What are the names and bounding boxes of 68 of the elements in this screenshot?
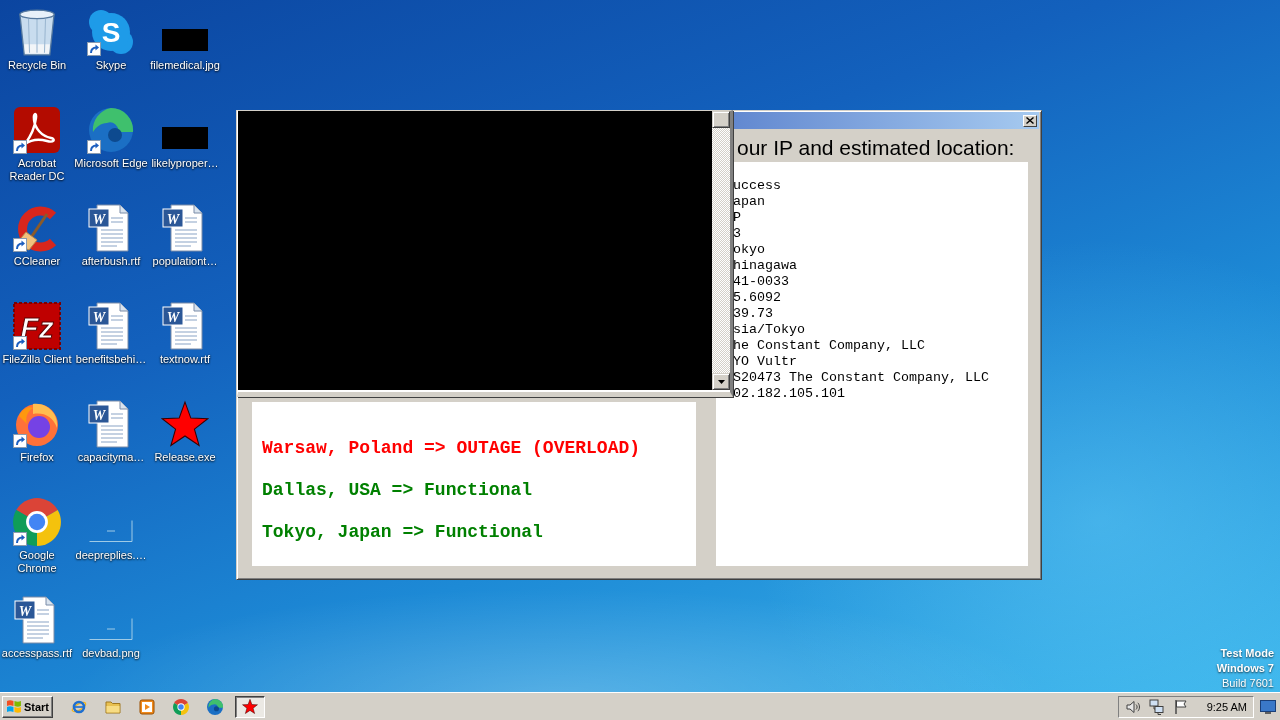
desktop-shortcut[interactable]: W capacityma… [73,400,149,464]
image-thumbnail-icon [162,29,208,51]
desktop-shortcut[interactable]: Microsoft Edge [73,106,149,170]
location-line: 41-0033 [733,274,789,290]
location-line: uccess [733,178,781,194]
location-heading: our IP and estimated location: [736,135,1016,160]
empty-thumbnail-icon [89,520,133,542]
desktop-shortcut[interactable]: S Skype [73,8,149,72]
filezilla-icon: Fz [13,302,61,350]
folder-icon[interactable] [105,698,121,715]
chrome-icon[interactable] [173,698,189,715]
desktop-shortcut[interactable]: Release.exe [147,400,223,464]
desktop-shortcut[interactable]: Google Chrome [0,498,75,575]
chrome-icon [13,498,61,546]
media-player-icon[interactable] [139,698,155,715]
speaker-icon[interactable] [1124,698,1141,715]
desktop-shortcut[interactable]: W populationt… [147,204,223,268]
down-arrow-icon [717,379,725,384]
location-line: 5.6092 [733,290,781,306]
windows-logo-icon [6,699,22,714]
desktop-shortcut[interactable]: devbad.png [73,596,149,660]
desktop-shortcut[interactable]: Firefox [0,400,75,464]
desktop-shortcut[interactable]: W benefitsbehi… [73,302,149,366]
desktop-shortcut[interactable]: likelyproper… [147,106,223,170]
network-icon[interactable] [1148,698,1165,715]
location-line: hinagawa [733,258,797,274]
start-button[interactable]: Start [2,695,53,718]
server-status-line: Dallas, USA => Functional [262,479,533,501]
desktop-shortcut[interactable]: W textnow.rtf [147,302,223,366]
desktop-shortcut[interactable]: W afterbush.rtf [73,204,149,268]
build-label: Build 7601 [1222,676,1274,691]
image-thumbnail-icon [162,127,208,149]
location-line: sia/Tokyo [733,322,805,338]
scrollbar-thumb[interactable] [712,111,730,128]
location-line: 39.73 [733,306,773,322]
close-button[interactable] [1023,114,1037,127]
desktop-shortcut[interactable]: W accesspass.rtf [0,596,75,660]
edge-browser-icon [87,106,135,154]
taskbar-button[interactable] [235,695,265,718]
test-mode-label: Test Mode [1220,646,1274,661]
location-line: 3 [733,226,741,242]
empty-thumbnail-icon [89,618,133,640]
close-icon [1026,117,1034,124]
pdf-reader-icon [13,106,61,154]
clock-time[interactable]: 9:25 AM [1206,700,1247,713]
internet-explorer-icon[interactable] [71,698,87,715]
location-line: he Constant Company, LLC [733,338,925,354]
server-status-line: Tokyo, Japan => Functional [262,521,543,543]
location-line: P [733,210,741,226]
desktop-shortcut[interactable]: Acrobat Reader DC [0,106,75,183]
location-line: okyo [733,242,765,258]
desktop-shortcut[interactable]: Recycle Bin [0,8,75,72]
flag-icon[interactable] [1172,698,1189,715]
location-line: apan [733,194,765,210]
server-status-line: Warsaw, Poland => OUTAGE (OVERLOAD) [262,437,641,459]
desktop-shortcut[interactable]: CCleaner [0,204,75,268]
star-icon [161,400,209,448]
scroll-down-button[interactable] [712,373,730,390]
location-line: S20473 The Constant Company, LLC [733,370,989,386]
desktop-shortcut[interactable]: filemedical.jpg [147,8,223,72]
os-version-label: Windows 7 [1216,661,1274,676]
edge-browser-icon[interactable] [207,698,223,715]
desktop-shortcut[interactable]: Fz FileZilla Client [0,302,75,366]
location-line: YO Vultr [733,354,797,370]
show-desktop-icon[interactable] [1260,699,1276,714]
location-line: 02.182.105.101 [733,386,845,402]
desktop-shortcut[interactable]: deepreplies.… [73,498,149,562]
star-icon [242,699,258,714]
